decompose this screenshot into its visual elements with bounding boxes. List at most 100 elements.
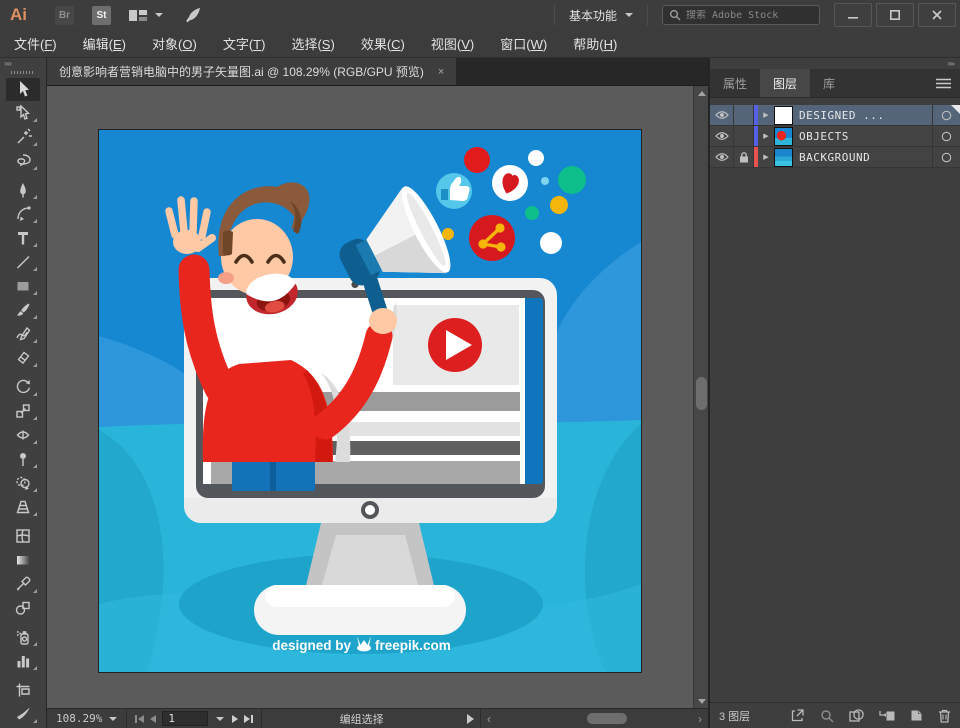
- target-circle-icon[interactable]: [932, 126, 960, 146]
- collect-export-icon[interactable]: [790, 708, 805, 723]
- blend-tool[interactable]: [0, 596, 46, 620]
- expand-chevron-icon[interactable]: ▶: [758, 132, 774, 140]
- adobe-stock-search[interactable]: [662, 5, 820, 25]
- column-graph-tool[interactable]: [0, 649, 46, 673]
- layer-name[interactable]: BACKGROUND: [799, 151, 932, 164]
- selection-tool[interactable]: [0, 77, 46, 101]
- layer-name[interactable]: OBJECTS: [799, 130, 932, 143]
- visibility-eye-icon[interactable]: [710, 147, 734, 167]
- layer-thumbnail[interactable]: [774, 106, 793, 125]
- scroll-left-icon[interactable]: ‹: [481, 712, 497, 726]
- artboard-tool[interactable]: [0, 678, 46, 702]
- layer-row-objects[interactable]: ▶ OBJECTS: [710, 126, 960, 147]
- next-artboard-button[interactable]: [232, 715, 238, 723]
- rectangle-tool[interactable]: [0, 274, 46, 298]
- symbol-sprayer-tool[interactable]: [0, 625, 46, 649]
- expand-chevron-icon[interactable]: ▶: [758, 153, 774, 161]
- horizontal-scroll-thumb[interactable]: [587, 713, 627, 724]
- layer-row-designed[interactable]: ▶ DESIGNED ...: [710, 105, 960, 126]
- new-sublayer-icon[interactable]: [879, 709, 895, 722]
- perspective-grid-tool[interactable]: [0, 495, 46, 519]
- search-input[interactable]: [686, 10, 806, 21]
- artboard-dropdown-icon[interactable]: [216, 717, 224, 721]
- panel-tab-0[interactable]: 属性: [710, 69, 760, 97]
- panel-menu-icon[interactable]: [926, 69, 960, 97]
- vertical-scroll-thumb[interactable]: [696, 377, 707, 410]
- delete-icon[interactable]: [938, 709, 951, 723]
- target-circle-icon[interactable]: [932, 105, 960, 125]
- panel-tab-2[interactable]: 库: [810, 69, 848, 97]
- eyedropper-tool[interactable]: [0, 572, 46, 596]
- menu-item-2[interactable]: 对象(O): [152, 34, 197, 53]
- menu-item-7[interactable]: 窗口(W): [500, 34, 547, 53]
- layer-thumbnail[interactable]: [774, 127, 793, 146]
- mesh-tool[interactable]: [0, 524, 46, 548]
- lasso-tool[interactable]: [0, 149, 46, 173]
- collapse-tools-icon[interactable]: »»: [0, 58, 46, 69]
- menu-item-3[interactable]: 文字(T): [223, 34, 266, 53]
- lock-icon[interactable]: [734, 147, 754, 167]
- slice-tool[interactable]: [0, 702, 46, 726]
- first-artboard-button[interactable]: [135, 715, 144, 723]
- menu-item-5[interactable]: 效果(C): [361, 34, 405, 53]
- scroll-down-icon[interactable]: [694, 694, 708, 708]
- target-circle-icon[interactable]: [932, 147, 960, 167]
- lock-icon[interactable]: [734, 126, 754, 146]
- rotate-tool[interactable]: [0, 375, 46, 399]
- menu-item-1[interactable]: 编辑(E): [83, 34, 126, 53]
- minimize-button[interactable]: [834, 3, 872, 27]
- horizontal-scrollbar[interactable]: ‹ ›: [480, 709, 708, 728]
- vertical-scrollbar[interactable]: [693, 86, 708, 708]
- workspace-layout-icon[interactable]: [129, 9, 147, 22]
- maximize-button[interactable]: [876, 3, 914, 27]
- collapse-panel-icon[interactable]: »»: [710, 58, 960, 69]
- puppet-warp-tool[interactable]: [0, 447, 46, 471]
- stock-app-icon[interactable]: St: [92, 6, 111, 25]
- type-tool[interactable]: [0, 226, 46, 250]
- magic-wand-tool[interactable]: [0, 125, 46, 149]
- rocket-icon[interactable]: [185, 7, 202, 24]
- clipping-mask-icon[interactable]: [849, 709, 864, 722]
- scale-tool[interactable]: [0, 399, 46, 423]
- panel-tab-1[interactable]: 图层: [760, 69, 810, 97]
- shaper-tool[interactable]: [0, 322, 46, 346]
- lock-icon[interactable]: [734, 105, 754, 125]
- paintbrush-tool[interactable]: [0, 298, 46, 322]
- status-menu-icon[interactable]: [467, 714, 474, 724]
- visibility-eye-icon[interactable]: [710, 126, 734, 146]
- zoom-level-dropdown[interactable]: 108.29%: [47, 709, 127, 728]
- bridge-app-icon[interactable]: Br: [55, 6, 74, 25]
- artboard[interactable]: designed by freepik.com: [99, 130, 641, 672]
- gradient-tool[interactable]: [0, 548, 46, 572]
- menu-item-6[interactable]: 视图(V): [431, 34, 474, 53]
- direct-selection-tool[interactable]: [0, 101, 46, 125]
- tab-close-icon[interactable]: ×: [438, 66, 444, 78]
- document-tab[interactable]: 创意影响者营销电脑中的男子矢量图.ai @ 108.29% (RGB/GPU 预…: [47, 58, 456, 85]
- line-segment-tool[interactable]: [0, 250, 46, 274]
- artboard-number-field[interactable]: 1: [162, 711, 208, 726]
- previous-artboard-button[interactable]: [150, 715, 156, 723]
- close-button[interactable]: [918, 3, 956, 27]
- visibility-eye-icon[interactable]: [710, 105, 734, 125]
- menu-item-8[interactable]: 帮助(H): [573, 34, 617, 53]
- menu-item-0[interactable]: 文件(F): [14, 34, 57, 53]
- shape-builder-tool[interactable]: [0, 471, 46, 495]
- canvas[interactable]: designed by freepik.com: [47, 86, 708, 708]
- locate-object-icon[interactable]: [820, 709, 834, 723]
- width-tool[interactable]: [0, 423, 46, 447]
- eraser-tool[interactable]: [0, 346, 46, 370]
- tools-grip-handle[interactable]: [11, 71, 35, 74]
- last-artboard-button[interactable]: [244, 715, 253, 723]
- layer-name[interactable]: DESIGNED ...: [799, 109, 932, 122]
- layer-thumbnail[interactable]: [774, 148, 793, 167]
- pen-tool[interactable]: [0, 178, 46, 202]
- scroll-right-icon[interactable]: ›: [692, 712, 708, 726]
- scroll-up-icon[interactable]: [694, 86, 708, 100]
- workspace-switcher[interactable]: 基本功能: [554, 4, 648, 26]
- menu-item-4[interactable]: 选择(S): [291, 34, 334, 53]
- chevron-down-icon[interactable]: [155, 13, 163, 17]
- layer-row-background[interactable]: ▶ BACKGROUND: [710, 147, 960, 168]
- curvature-tool[interactable]: [0, 202, 46, 226]
- expand-chevron-icon[interactable]: ▶: [758, 111, 774, 119]
- new-layer-icon[interactable]: [910, 709, 923, 722]
